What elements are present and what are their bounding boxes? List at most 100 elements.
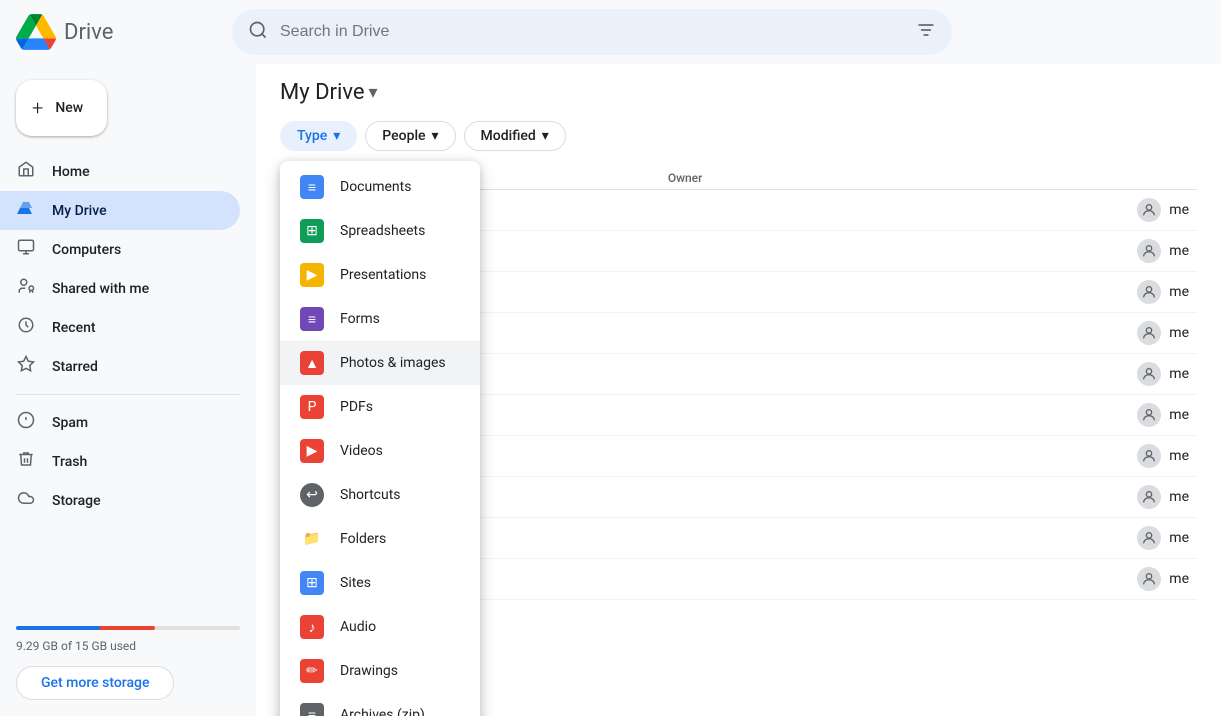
nav-label-computers: Computers [52, 242, 121, 258]
owner-label: me [1169, 530, 1189, 546]
owner-avatar [1137, 403, 1161, 427]
drive-title-arrow[interactable]: ▾ [369, 82, 378, 103]
dropdown-item-pdfs[interactable]: PPDFs [280, 385, 480, 429]
shared-icon [16, 277, 36, 300]
nav-label-my-drive: My Drive [52, 203, 107, 219]
file-owner-cell: me [660, 190, 1197, 231]
spreadsheets-label: Spreadsheets [340, 223, 425, 239]
documents-icon: ≡ [300, 175, 324, 199]
nav-item-recent[interactable]: Recent [0, 308, 240, 347]
photos-label: Photos & images [340, 355, 446, 371]
owner-avatar [1137, 280, 1161, 304]
nav-item-my-drive[interactable]: My Drive [0, 191, 240, 230]
owner-label: me [1169, 571, 1189, 587]
nav-item-home[interactable]: Home [0, 152, 240, 191]
modified-filter-button[interactable]: Modified ▾ [464, 121, 566, 151]
photos-icon: ▲ [300, 351, 324, 375]
dropdown-item-forms[interactable]: ≡ Forms [280, 297, 480, 341]
owner-avatar [1137, 321, 1161, 345]
nav-label-shared: Shared with me [52, 281, 149, 297]
search-icon [248, 20, 268, 45]
presentations-label: Presentations [340, 267, 426, 283]
sidebar: + New Home My Drive [0, 64, 256, 716]
people-filter-button[interactable]: People ▾ [365, 121, 455, 151]
storage-bar [16, 626, 240, 630]
spam-icon [16, 411, 36, 434]
dropdown-item-sites[interactable]: ⊞Sites [280, 561, 480, 605]
people-chevron-icon: ▾ [432, 128, 439, 144]
dropdown-item-archives[interactable]: ≡ Archives (zip) [280, 693, 480, 716]
owner-column-header: Owner [660, 167, 1197, 190]
starred-icon [16, 355, 36, 378]
archives-label: Archives (zip) [340, 707, 425, 716]
storage-icon [16, 489, 36, 512]
dropdown-item-shortcuts[interactable]: ↩Shortcuts [280, 473, 480, 517]
type-filter-button[interactable]: Type ▾ [280, 121, 357, 151]
type-dropdown: ≡Documents⊞Spreadsheets▶Presentations≡Fo… [280, 161, 480, 716]
filter-row: Type ▾ People ▾ Modified ▾ ≡Documents⊞Sp… [280, 121, 1197, 151]
file-owner-cell: me [660, 395, 1197, 436]
archives-icon: ≡ [300, 703, 324, 716]
get-more-storage-button[interactable]: Get more storage [16, 666, 174, 700]
nav-item-shared[interactable]: Shared with me [0, 269, 240, 308]
file-owner-cell: me [660, 477, 1197, 518]
dropdown-item-spreadsheets[interactable]: ⊞ Spreadsheets [280, 209, 480, 253]
main-layout: + New Home My Drive [0, 64, 1221, 716]
drawings-label: Drawings [340, 663, 398, 679]
nav-label-spam: Spam [52, 415, 88, 431]
owner-avatar [1137, 239, 1161, 263]
nav-label-storage: Storage [52, 493, 101, 509]
nav-item-computers[interactable]: Computers [0, 230, 240, 269]
dropdown-item-folders[interactable]: 📁Folders [280, 517, 480, 561]
owner-label: me [1169, 448, 1189, 464]
computers-icon [16, 238, 36, 261]
videos-icon: ▶ [300, 439, 324, 463]
dropdown-item-presentations[interactable]: ▶Presentations [280, 253, 480, 297]
spreadsheets-icon: ⊞ [300, 219, 324, 243]
modified-chevron-icon: ▾ [542, 128, 549, 144]
nav-item-spam[interactable]: Spam [0, 403, 240, 442]
audio-icon: ♪ [300, 615, 324, 639]
trash-icon [16, 450, 36, 473]
new-button-label: New [55, 100, 83, 116]
forms-label: Forms [340, 311, 380, 327]
dropdown-item-drawings[interactable]: ✏Drawings [280, 649, 480, 693]
nav-label-trash: Trash [52, 454, 87, 470]
owner-label: me [1169, 243, 1189, 259]
shortcuts-icon: ↩ [300, 483, 324, 507]
home-icon [16, 160, 36, 183]
owner-label: me [1169, 366, 1189, 382]
forms-icon: ≡ [300, 307, 324, 331]
owner-label: me [1169, 202, 1189, 218]
my-drive-icon [16, 199, 36, 222]
nav-label-recent: Recent [52, 320, 96, 336]
new-button[interactable]: + New [16, 80, 107, 136]
type-chevron-icon: ▾ [333, 128, 340, 144]
file-owner-cell: me [660, 272, 1197, 313]
file-owner-cell: me [660, 559, 1197, 600]
nav-label-home: Home [52, 164, 90, 180]
google-drive-logo [16, 12, 56, 52]
file-owner-cell: me [660, 518, 1197, 559]
nav-item-starred[interactable]: Starred [0, 347, 240, 386]
owner-label: me [1169, 284, 1189, 300]
dropdown-item-photos[interactable]: ▲ Photos & images [280, 341, 480, 385]
recent-icon [16, 316, 36, 339]
logo-area: Drive [16, 12, 216, 52]
file-owner-cell: me [660, 313, 1197, 354]
search-bar[interactable] [232, 9, 952, 55]
owner-avatar [1137, 526, 1161, 550]
search-filter-icon[interactable] [916, 20, 936, 45]
owner-avatar [1137, 485, 1161, 509]
dropdown-item-videos[interactable]: ▶Videos [280, 429, 480, 473]
dropdown-item-audio[interactable]: ♪ Audio [280, 605, 480, 649]
audio-label: Audio [340, 619, 376, 635]
nav-divider [16, 394, 240, 395]
owner-label: me [1169, 325, 1189, 341]
search-input[interactable] [280, 23, 904, 41]
nav-item-storage[interactable]: Storage [0, 481, 240, 520]
nav-item-trash[interactable]: Trash [0, 442, 240, 481]
dropdown-item-documents[interactable]: ≡Documents [280, 165, 480, 209]
new-button-wrap: + New [0, 72, 256, 152]
topbar: Drive [0, 0, 1221, 64]
